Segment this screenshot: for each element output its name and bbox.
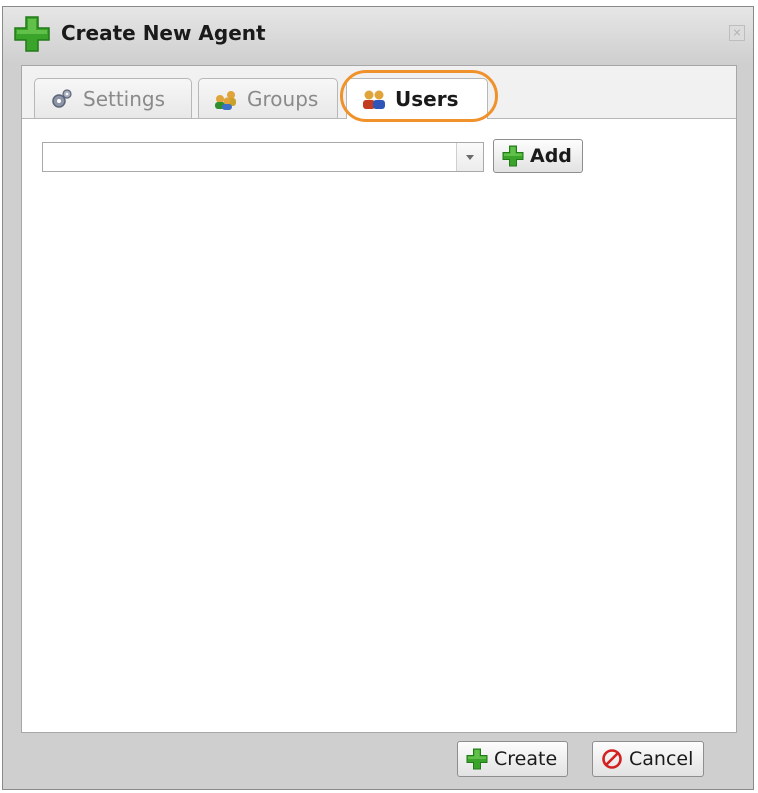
close-icon[interactable] (729, 25, 745, 41)
tab-settings[interactable]: Settings (34, 78, 192, 118)
dialog-titlebar[interactable]: Create New Agent (3, 7, 753, 63)
dialog-title: Create New Agent (61, 21, 266, 45)
dialog-body: Settings Groups Users Add (21, 65, 737, 733)
create-button[interactable]: Create (457, 741, 569, 777)
cancel-button-label: Cancel (629, 748, 694, 770)
add-button[interactable]: Add (493, 139, 583, 173)
create-button-label: Create (494, 748, 558, 770)
create-agent-dialog: Create New Agent Settings Groups Users A… (2, 6, 754, 790)
tab-groups-label: Groups (247, 86, 319, 111)
screenshot: Create New Agent Settings Groups Users A… (0, 0, 758, 793)
tab-groups[interactable]: Groups (198, 78, 338, 118)
plus-icon (14, 16, 50, 52)
tab-users-label: Users (395, 87, 459, 111)
plus-icon (466, 748, 488, 770)
cancel-button[interactable]: Cancel (592, 741, 705, 777)
user-select[interactable] (42, 142, 484, 172)
group-icon (215, 90, 236, 110)
tab-users[interactable]: Users (346, 78, 488, 119)
tab-strip: Settings Groups Users (22, 66, 736, 122)
plus-icon (502, 145, 524, 167)
chevron-down-icon[interactable] (456, 143, 483, 171)
gears-icon (52, 88, 72, 108)
tab-settings-label: Settings (83, 86, 166, 111)
users-icon (363, 90, 385, 109)
add-button-label: Add (530, 145, 572, 167)
cancel-icon (602, 749, 622, 769)
